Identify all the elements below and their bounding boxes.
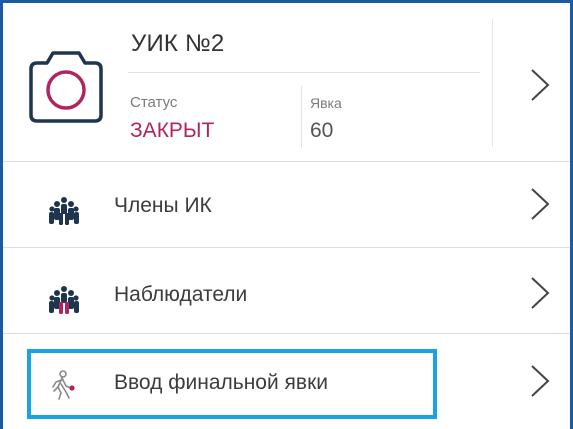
divider	[492, 19, 493, 147]
menu-item-observers[interactable]: Наблюдатели	[3, 248, 570, 334]
chevron-right-icon[interactable]	[529, 68, 551, 102]
chevron-right-icon[interactable]	[529, 187, 551, 221]
station-title: УИК №2	[131, 30, 225, 57]
turnout-value: 60	[310, 119, 334, 142]
station-header[interactable]: УИК №2 Статус ЗАКРЫТ Явка 60	[3, 3, 570, 162]
observers-group-icon	[47, 285, 81, 315]
status-label: Статус	[130, 94, 178, 111]
menu-item-label: Члены ИК	[114, 194, 212, 217]
divider	[301, 86, 302, 148]
menu-item-label: Наблюдатели	[114, 283, 248, 306]
chevron-right-icon[interactable]	[529, 276, 551, 310]
menu-item-commission-members[interactable]: Члены ИК	[3, 162, 570, 248]
highlight-box	[27, 349, 437, 419]
camera-icon[interactable]	[25, 43, 107, 125]
status-value: ЗАКРЫТ	[130, 119, 215, 142]
divider	[128, 72, 480, 73]
chevron-right-icon[interactable]	[529, 364, 551, 398]
people-group-icon	[47, 196, 81, 226]
turnout-label: Явка	[310, 95, 342, 111]
